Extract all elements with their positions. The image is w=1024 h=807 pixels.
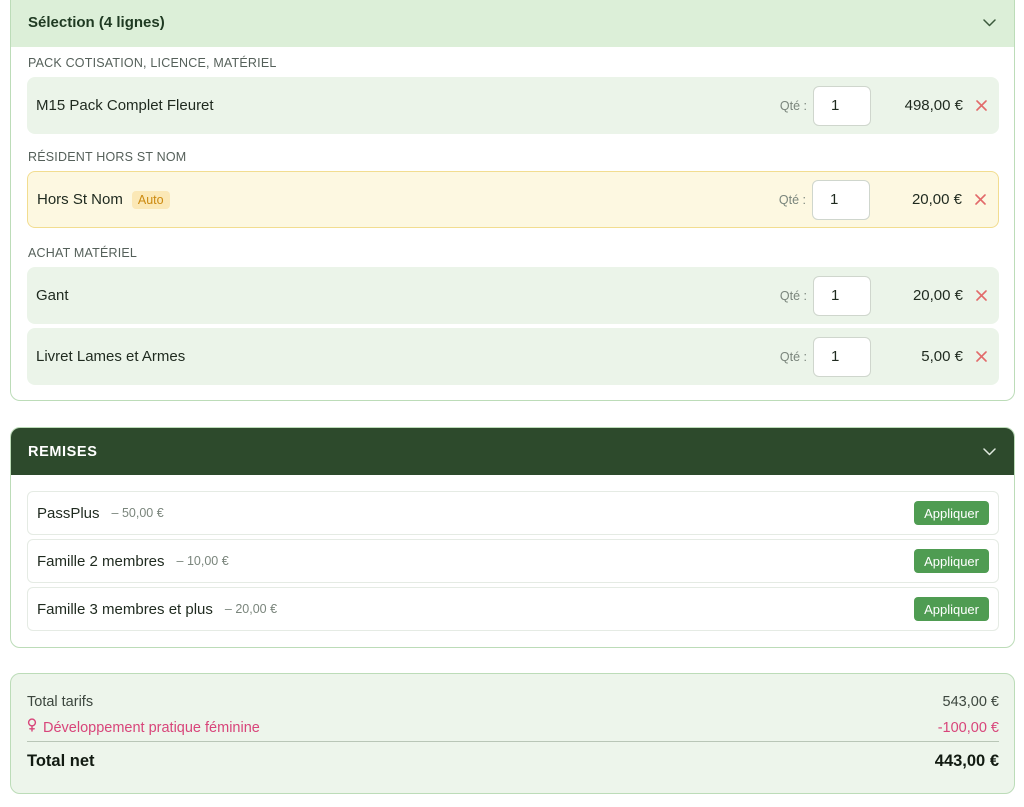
total-net-label: Total net xyxy=(27,752,95,770)
auto-badge: Auto xyxy=(131,190,170,209)
selection-item-row: M15 Pack Complet Fleuret Qté : 498,00 € xyxy=(27,77,999,134)
item-name: Livret Lames et Armes xyxy=(36,348,186,365)
discount-amount: – 50,00 € xyxy=(111,506,164,520)
discount-row: Famille 2 membres – 10,00 € Appliquer xyxy=(27,539,999,583)
remises-title: REMISES xyxy=(28,443,98,460)
item-price: 5,00 € xyxy=(921,348,963,365)
female-symbol-icon xyxy=(27,718,37,737)
item-price: 498,00 € xyxy=(904,97,963,114)
feminine-discount-line: Développement pratique féminine -100,00 … xyxy=(27,718,999,737)
discount-amount: – 20,00 € xyxy=(224,602,278,616)
quantity-input[interactable] xyxy=(813,275,871,316)
close-icon[interactable] xyxy=(963,100,987,111)
selection-title: Sélection (4 lignes) xyxy=(28,14,165,31)
close-icon[interactable] xyxy=(963,290,987,301)
item-name: Hors St Nom xyxy=(37,191,123,208)
total-net-line: Total net 443,00 € xyxy=(27,752,999,771)
selection-item-row: Gant Qté : 20,00 € xyxy=(27,267,999,324)
selection-panel: Sélection (4 lignes) PACK COTISATION, LI… xyxy=(10,0,1015,401)
item-name: M15 Pack Complet Fleuret xyxy=(36,97,214,114)
totals-panel: Total tarifs 543,00 € Développement prat… xyxy=(10,673,1015,794)
discount-name: Famille 2 membres xyxy=(37,552,165,570)
total-tarifs-label: Total tarifs xyxy=(27,694,94,710)
feminine-label: Développement pratique féminine xyxy=(43,719,260,736)
discount-row: Famille 3 membres et plus – 20,00 € Appl… xyxy=(27,587,999,631)
quantity-input[interactable] xyxy=(813,336,871,377)
qty-label: Qté : xyxy=(779,98,807,113)
section-label-resident: RÉSIDENT HORS ST NOM xyxy=(28,150,187,164)
quantity-input[interactable] xyxy=(812,179,870,220)
discount-row: PassPlus – 50,00 € Appliquer xyxy=(27,491,999,535)
item-price: 20,00 € xyxy=(911,191,962,208)
item-price: 20,00 € xyxy=(912,287,963,304)
section-label-achat: ACHAT MATÉRIEL xyxy=(28,246,138,260)
selection-item-row-auto: Hors St Nom Auto Qté : 20,00 € xyxy=(27,171,999,228)
qty-label: Qté : xyxy=(779,349,807,364)
remises-header[interactable]: REMISES xyxy=(11,428,1014,475)
apply-button[interactable]: Appliquer xyxy=(914,597,989,621)
chevron-down-icon[interactable] xyxy=(982,16,996,30)
feminine-value: -100,00 € xyxy=(937,719,999,736)
qty-label: Qté : xyxy=(779,288,807,303)
quantity-input[interactable] xyxy=(813,85,871,126)
apply-button[interactable]: Appliquer xyxy=(914,501,989,525)
close-icon[interactable] xyxy=(962,194,986,205)
total-tarifs-line: Total tarifs 543,00 € xyxy=(27,694,999,710)
selection-header[interactable]: Sélection (4 lignes) xyxy=(11,0,1014,47)
selection-item-row: Livret Lames et Armes Qté : 5,00 € xyxy=(27,328,999,385)
total-tarifs-value: 543,00 € xyxy=(942,694,999,710)
discount-amount: – 10,00 € xyxy=(176,554,229,568)
remises-panel: REMISES PassPlus – 50,00 € Appliquer Fam… xyxy=(10,427,1015,648)
apply-button[interactable]: Appliquer xyxy=(914,549,989,573)
chevron-down-icon[interactable] xyxy=(982,445,996,459)
section-label-pack: PACK COTISATION, LICENCE, MATÉRIEL xyxy=(28,56,277,70)
totals-divider xyxy=(27,741,999,742)
qty-label: Qté : xyxy=(778,192,806,207)
discount-name: PassPlus xyxy=(37,504,100,522)
discount-name: Famille 3 membres et plus xyxy=(37,600,213,618)
total-net-value: 443,00 € xyxy=(934,752,999,770)
close-icon[interactable] xyxy=(963,351,987,362)
item-name: Gant xyxy=(36,287,69,304)
